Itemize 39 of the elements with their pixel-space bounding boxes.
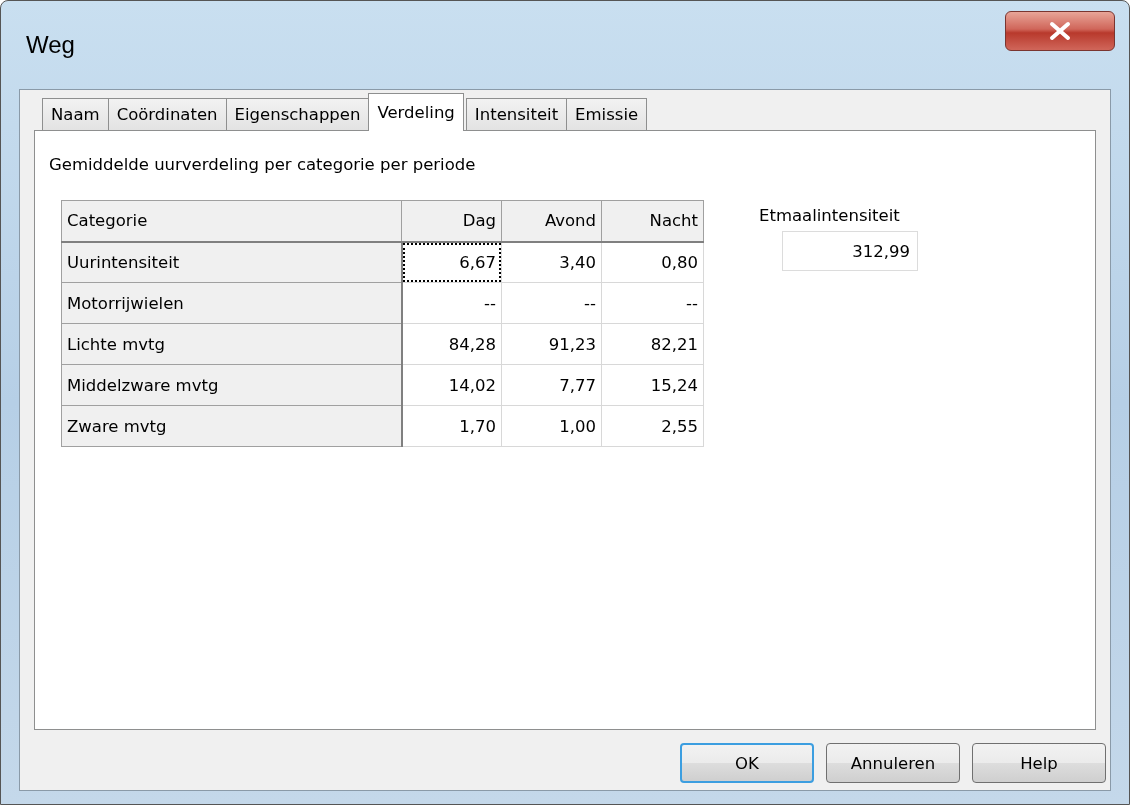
close-button[interactable]: [1005, 11, 1115, 51]
window-title: Weg: [26, 31, 75, 59]
tab[interactable]: Verdeling: [368, 93, 464, 131]
table-cell[interactable]: 3,40: [501, 241, 602, 283]
table-cell[interactable]: 1,00: [501, 405, 602, 447]
tab[interactable]: Intensiteit: [465, 98, 568, 130]
tab[interactable]: Coördinaten: [107, 98, 227, 130]
column-header[interactable]: Avond: [501, 200, 602, 242]
table-cell[interactable]: 1,70: [401, 405, 502, 447]
row-header: Uurintensiteit: [61, 241, 402, 283]
dialog-button[interactable]: OK: [680, 743, 814, 783]
row-header: Zware mvtg: [61, 405, 402, 447]
row-header: Middelzware mvtg: [61, 364, 402, 406]
column-header[interactable]: Nacht: [601, 200, 704, 242]
dialog-button[interactable]: Help: [972, 743, 1106, 783]
dialog-button[interactable]: Annuleren: [826, 743, 960, 783]
table-cell[interactable]: 2,55: [601, 405, 704, 447]
tab[interactable]: Eigenschappen: [225, 98, 370, 130]
table-cell[interactable]: --: [501, 282, 602, 324]
field-label: Etmaalintensiteit: [759, 206, 900, 225]
column-header[interactable]: Dag: [401, 200, 502, 242]
table-cell[interactable]: 91,23: [501, 323, 602, 365]
close-icon: [1047, 21, 1073, 41]
table-cell[interactable]: 0,80: [601, 241, 704, 283]
table-cell[interactable]: 84,28: [401, 323, 502, 365]
table-cell[interactable]: 14,02: [401, 364, 502, 406]
input-field[interactable]: 312,99: [782, 231, 918, 271]
row-header: Motorrijwielen: [61, 282, 402, 324]
table-cell[interactable]: 7,77: [501, 364, 602, 406]
row-header: Lichte mvtg: [61, 323, 402, 365]
table-cell[interactable]: 82,21: [601, 323, 704, 365]
table-cell[interactable]: 15,24: [601, 364, 704, 406]
column-header[interactable]: Categorie: [61, 200, 402, 242]
tab[interactable]: Naam: [42, 98, 109, 130]
tab[interactable]: Emissie: [566, 98, 648, 130]
table-cell[interactable]: --: [401, 282, 502, 324]
table-cell[interactable]: --: [601, 282, 704, 324]
table-cell[interactable]: 6,67: [401, 241, 502, 283]
section-heading: Gemiddelde uurverdeling per categorie per periode: [49, 155, 477, 174]
